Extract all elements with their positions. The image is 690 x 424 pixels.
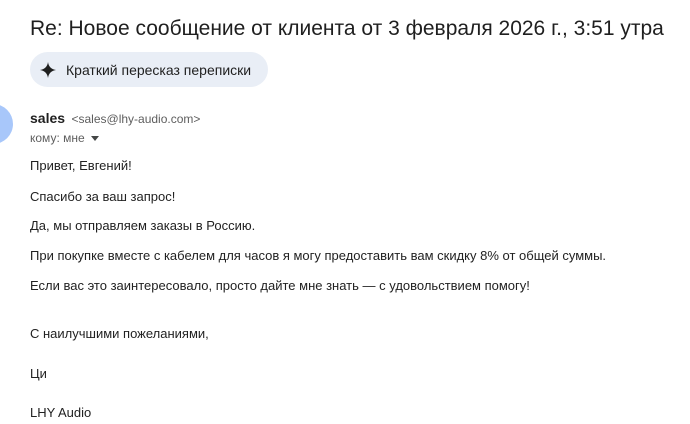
body-regards: С наилучшими пожеланиями, [30, 326, 209, 341]
email-view: Re: Новое сообщение от клиента от 3 февр… [0, 0, 690, 424]
body-discount: При покупке вместе с кабелем для часов я… [30, 248, 607, 263]
recipient-label: кому: мне [30, 131, 85, 145]
signature-name: Ци [30, 366, 47, 381]
sender-name[interactable]: sales [30, 110, 65, 126]
sender-info: sales <sales@lhy-audio.com> [30, 110, 200, 128]
signature-company: LHY Audio [30, 405, 92, 420]
body-thanks: Спасибо за ваш запрос! [30, 189, 176, 204]
recipient-details-toggle[interactable]: кому: мне [30, 131, 99, 145]
sparkle-icon [40, 61, 56, 78]
sender-email: <sales@lhy-audio.com> [71, 112, 201, 126]
body-greeting: Привет, Евгений! [30, 158, 132, 173]
body-closing: Если вас это заинтересовало, просто дайт… [30, 278, 530, 293]
summarize-thread-button[interactable]: Краткий пересказ переписки [30, 52, 269, 87]
chevron-down-icon[interactable] [90, 136, 99, 141]
summarize-thread-label: Краткий пересказ переписки [66, 61, 252, 78]
body-shipping: Да, мы отправляем заказы в Россию. [30, 218, 256, 233]
email-subject: Re: Новое сообщение от клиента от 3 февр… [30, 17, 664, 40]
sender-avatar[interactable] [0, 104, 13, 144]
